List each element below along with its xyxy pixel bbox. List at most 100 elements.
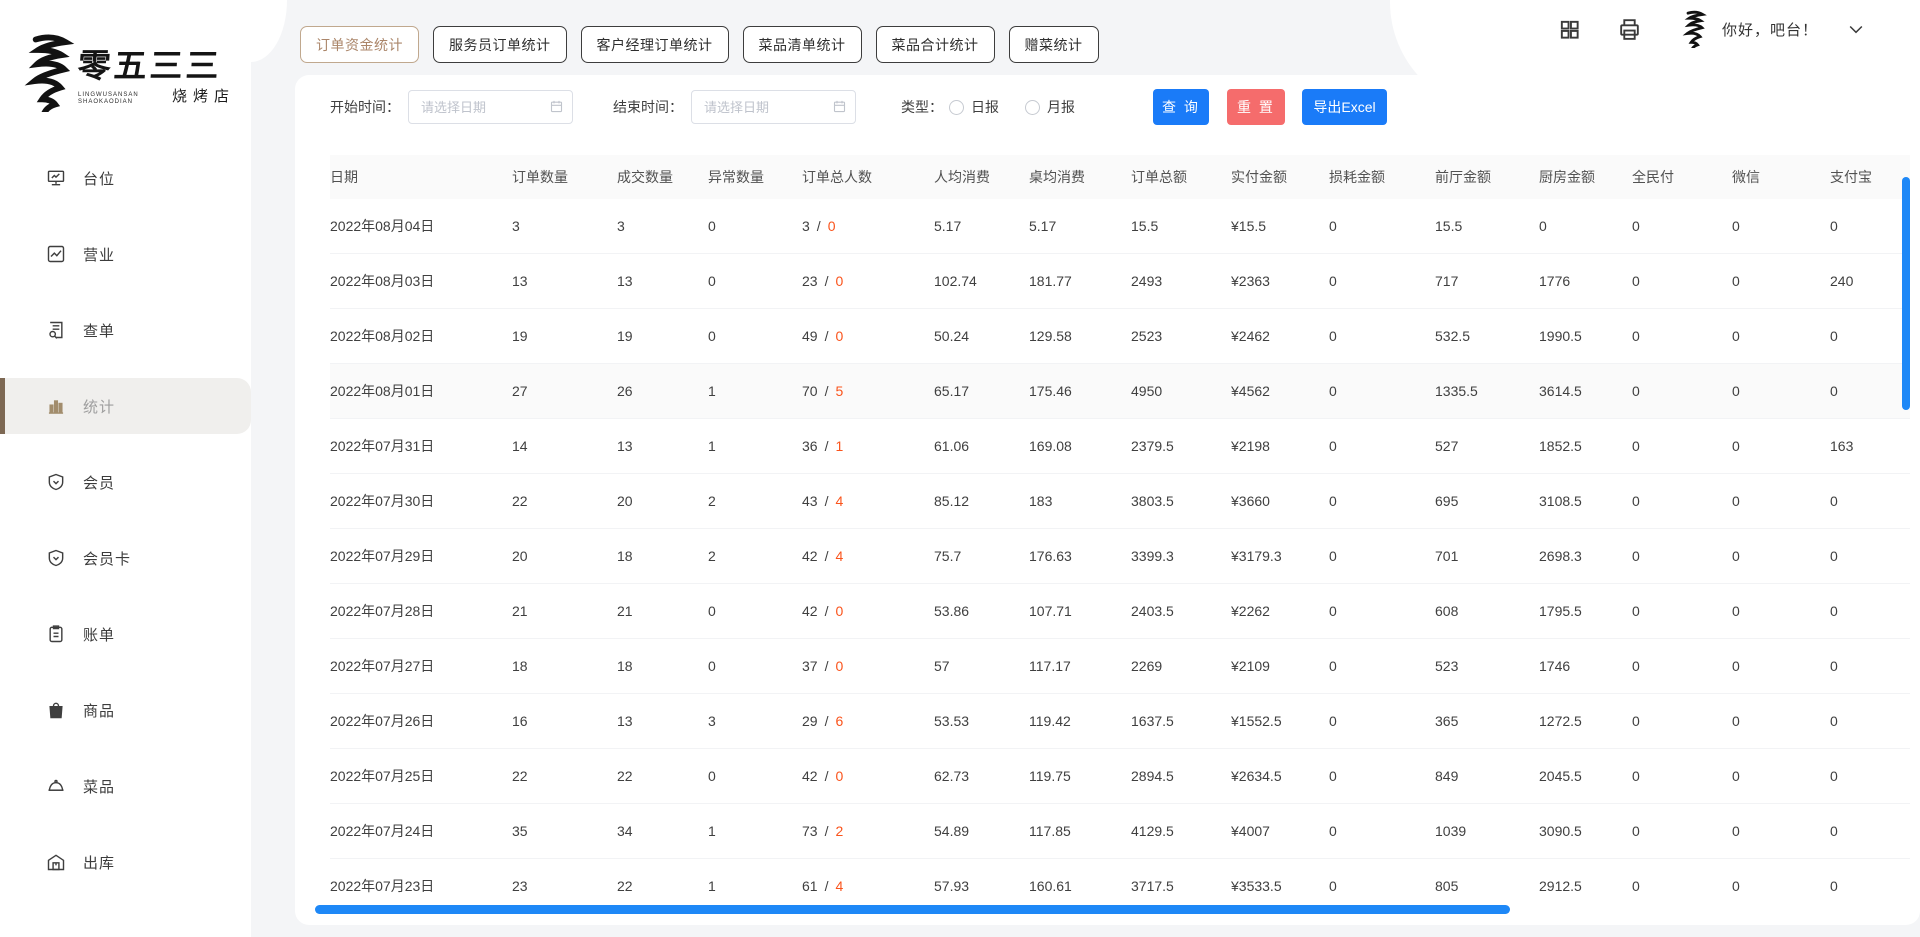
cell-people: 42/4 (802, 529, 934, 583)
column-header: 日期 (330, 155, 512, 199)
abnormal-people-count: 0 (835, 328, 843, 344)
sidebar-item-tables[interactable]: 台位 (0, 150, 251, 206)
trend-icon (46, 244, 66, 264)
cell-order-count: 14 (512, 419, 617, 473)
column-header: 异常数量 (708, 155, 802, 199)
table-row[interactable]: 2022年07月30日 22 20 2 43/4 85.12 183 3803.… (330, 474, 1910, 529)
cell-date: 2022年08月03日 (330, 254, 512, 308)
table-row[interactable]: 2022年07月29日 20 18 2 42/4 75.7 176.63 339… (330, 529, 1910, 584)
chevron-down-icon[interactable] (1846, 19, 1866, 39)
export-excel-button[interactable]: 导出Excel (1302, 89, 1387, 125)
report-type-radios: 日报 月报 (949, 97, 1101, 117)
cell-loss-amount: 0 (1329, 694, 1435, 748)
cell-paid-amount: ¥3660 (1231, 474, 1329, 528)
cell-order-total: 4129.5 (1131, 804, 1231, 858)
user-avatar[interactable] (1682, 10, 1708, 48)
sidebar-item-statistics[interactable]: 统计 (0, 378, 251, 434)
sidebar-item-bills[interactable]: 账单 (0, 606, 251, 662)
column-header: 厨房金额 (1539, 155, 1632, 199)
table-row[interactable]: 2022年08月01日 27 26 1 70/5 65.17 175.46 49… (330, 364, 1910, 419)
member-card-icon (46, 548, 66, 568)
table-row[interactable]: 2022年07月28日 21 21 0 42/0 53.86 107.71 24… (330, 584, 1910, 639)
tab-button[interactable]: 赠菜统计 (1009, 26, 1099, 63)
radio-daily[interactable]: 日报 (949, 97, 999, 117)
radio-circle-icon (1025, 100, 1040, 115)
table-row[interactable]: 2022年07月27日 18 18 0 37/0 57 117.17 2269 … (330, 639, 1910, 694)
cell-abnormal: 2 (708, 474, 802, 528)
column-header: 订单数量 (512, 155, 617, 199)
radio-monthly[interactable]: 月报 (1025, 97, 1075, 117)
cell-per-capita: 75.7 (934, 529, 1029, 583)
cell-deal-count: 19 (617, 309, 708, 363)
cell-front-hall: 608 (1435, 584, 1539, 638)
cell-wechat: 0 (1732, 474, 1830, 528)
printer-icon[interactable] (1617, 17, 1642, 42)
cell-wechat: 0 (1732, 199, 1830, 253)
sidebar-item-member-cards[interactable]: 会员卡 (0, 530, 251, 586)
cell-per-capita: 65.17 (934, 364, 1029, 418)
end-date-input[interactable] (691, 90, 856, 124)
table-row[interactable]: 2022年07月24日 35 34 1 73/2 54.89 117.85 41… (330, 804, 1910, 859)
cell-front-hall: 523 (1435, 639, 1539, 693)
cell-date: 2022年07月26日 (330, 694, 512, 748)
sidebar-item-label: 统计 (83, 396, 115, 417)
abnormal-people-count: 0 (835, 273, 843, 289)
cell-people: 3/0 (802, 199, 934, 253)
cell-front-hall: 717 (1435, 254, 1539, 308)
table-row[interactable]: 2022年08月02日 19 19 0 49/0 50.24 129.58 25… (330, 309, 1910, 364)
cell-per-capita: 53.86 (934, 584, 1029, 638)
end-date-input-wrap (691, 90, 856, 124)
brand-logo: 零五三三 LINGWUSANSAN SHAOKAODIAN 烧烤店 (24, 22, 239, 122)
cell-wechat: 0 (1732, 749, 1830, 803)
column-header: 人均消费 (934, 155, 1029, 199)
abnormal-people-count: 5 (835, 383, 843, 399)
cell-kitchen: 1272.5 (1539, 694, 1632, 748)
tab-button[interactable]: 菜品合计统计 (876, 26, 995, 63)
dish-cloche-icon (46, 776, 66, 796)
cell-order-total: 2493 (1131, 254, 1231, 308)
cell-wechat: 0 (1732, 694, 1830, 748)
sidebar-item-dishes[interactable]: 菜品 (0, 758, 251, 814)
abnormal-people-count: 4 (835, 548, 843, 564)
table-row[interactable]: 2022年07月31日 14 13 1 36/1 61.06 169.08 23… (330, 419, 1910, 474)
cell-date: 2022年07月29日 (330, 529, 512, 583)
table-row[interactable]: 2022年08月04日 3 3 0 3/0 5.17 5.17 15.5 ¥15… (330, 199, 1910, 254)
query-button[interactable]: 查 询 (1153, 89, 1209, 125)
vertical-scrollbar[interactable] (1902, 177, 1910, 410)
cell-front-hall: 532.5 (1435, 309, 1539, 363)
cell-order-count: 22 (512, 749, 617, 803)
goods-bag-icon (46, 700, 66, 720)
cell-kitchen: 1746 (1539, 639, 1632, 693)
cell-front-hall: 701 (1435, 529, 1539, 583)
cell-alipay: 0 (1830, 199, 1910, 253)
table-header: 日期 订单数量 成交数量 异常数量 订单总人数 人均消费 桌均消费 订单总额 实… (330, 155, 1910, 199)
sidebar-item-members[interactable]: 会员 (0, 454, 251, 510)
cell-loss-amount: 0 (1329, 804, 1435, 858)
cell-loss-amount: 0 (1329, 364, 1435, 418)
reset-button[interactable]: 重 置 (1227, 89, 1285, 125)
sidebar-item-goods[interactable]: 商品 (0, 682, 251, 738)
sidebar-item-business[interactable]: 营业 (0, 226, 251, 282)
cell-per-capita: 50.24 (934, 309, 1029, 363)
table-row[interactable]: 2022年07月26日 16 13 3 29/6 53.53 119.42 16… (330, 694, 1910, 749)
cell-kitchen: 1990.5 (1539, 309, 1632, 363)
cell-abnormal: 0 (708, 584, 802, 638)
start-date-input[interactable] (408, 90, 573, 124)
horizontal-scrollbar[interactable] (315, 905, 1510, 914)
sidebar-item-outbound[interactable]: 出库 (0, 834, 251, 890)
column-header: 微信 (1732, 155, 1830, 199)
abnormal-people-count: 4 (835, 493, 843, 509)
apps-grid-icon[interactable] (1558, 18, 1581, 41)
brand-title: 零五三三 (76, 39, 236, 87)
tab-button[interactable]: 客户经理订单统计 (581, 26, 729, 63)
table-row[interactable]: 2022年08月03日 13 13 0 23/0 102.74 181.77 2… (330, 254, 1910, 309)
cell-kitchen: 0 (1539, 199, 1632, 253)
tab-button[interactable]: 服务员订单统计 (433, 26, 567, 63)
table-row[interactable]: 2022年07月25日 22 22 0 42/0 62.73 119.75 28… (330, 749, 1910, 804)
sidebar-item-label: 会员 (83, 472, 115, 493)
sidebar-item-order-search[interactable]: 查单 (0, 302, 251, 358)
tab-button[interactable]: 订单资金统计 (300, 26, 419, 63)
cell-front-hall: 365 (1435, 694, 1539, 748)
radio-circle-icon (949, 100, 964, 115)
tab-button[interactable]: 菜品清单统计 (743, 26, 862, 63)
